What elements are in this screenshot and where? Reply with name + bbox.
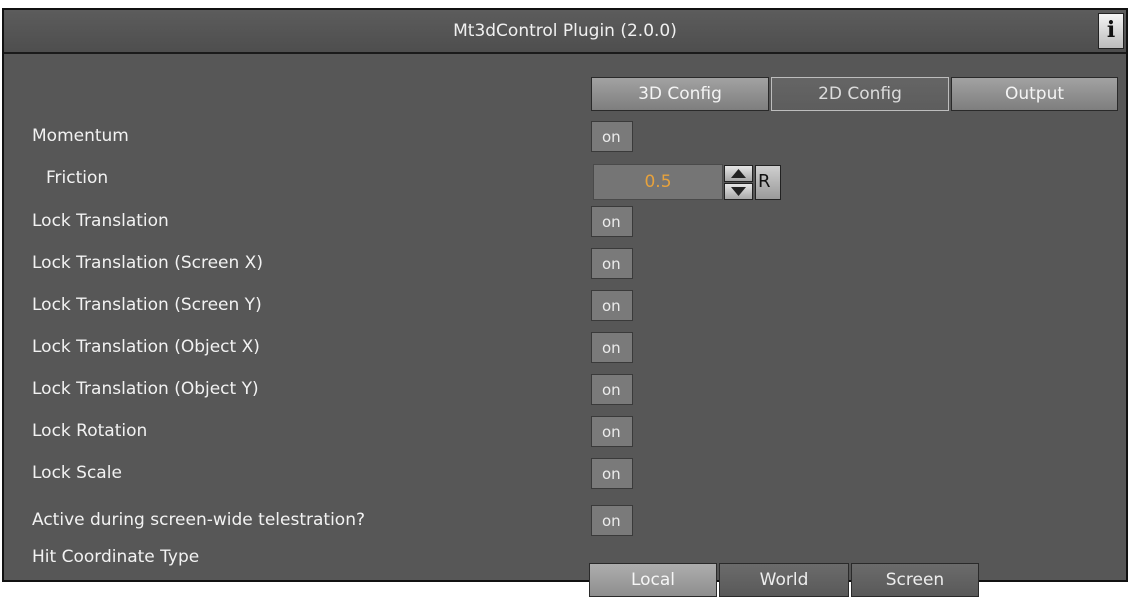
info-icon[interactable]: i (1098, 13, 1124, 49)
hit-coordinate-screen-option[interactable]: Screen (851, 563, 979, 597)
tab-3d-config[interactable]: 3D Config (591, 77, 769, 111)
hit-coordinate-world-option[interactable]: World (719, 563, 849, 597)
lock-scale-toggle[interactable]: on (591, 458, 633, 489)
lock-translation-object-x-toggle[interactable]: on (591, 332, 633, 363)
telestration-label: Active during screen-wide telestration? (32, 510, 365, 530)
panel-title: Mt3dControl Plugin (2.0.0) (453, 21, 677, 41)
tab-2d-config[interactable]: 2D Config (771, 77, 949, 111)
friction-value-field[interactable]: 0.5 (593, 164, 723, 200)
lock-translation-object-y-toggle[interactable]: on (591, 374, 633, 405)
plugin-panel: Mt3dControl Plugin (2.0.0) i 3D Config 2… (2, 8, 1128, 582)
friction-label: Friction (46, 168, 109, 188)
momentum-toggle[interactable]: on (591, 121, 633, 152)
hit-coordinate-local-option[interactable]: Local (589, 563, 717, 597)
lock-translation-screen-x-label: Lock Translation (Screen X) (32, 253, 263, 273)
momentum-label: Momentum (32, 126, 129, 146)
lock-translation-object-x-label: Lock Translation (Object X) (32, 337, 260, 357)
lock-rotation-label: Lock Rotation (32, 421, 148, 441)
lock-translation-toggle[interactable]: on (591, 206, 633, 237)
friction-increment-button[interactable] (724, 165, 753, 182)
friction-reset-button[interactable]: R (755, 165, 781, 200)
lock-translation-screen-y-label: Lock Translation (Screen Y) (32, 295, 262, 315)
tab-output[interactable]: Output (951, 77, 1118, 111)
friction-decrement-button[interactable] (724, 183, 753, 200)
arrow-down-icon (731, 187, 746, 196)
lock-translation-screen-y-toggle[interactable]: on (591, 290, 633, 321)
hit-coordinate-type-label: Hit Coordinate Type (32, 547, 200, 567)
lock-rotation-toggle[interactable]: on (591, 416, 633, 447)
title-bar: Mt3dControl Plugin (2.0.0) i (4, 10, 1126, 54)
lock-scale-label: Lock Scale (32, 463, 122, 483)
lock-translation-label: Lock Translation (32, 211, 169, 231)
arrow-up-icon (731, 169, 746, 178)
lock-translation-screen-x-toggle[interactable]: on (591, 248, 633, 279)
telestration-toggle[interactable]: on (591, 505, 633, 536)
lock-translation-object-y-label: Lock Translation (Object Y) (32, 379, 259, 399)
